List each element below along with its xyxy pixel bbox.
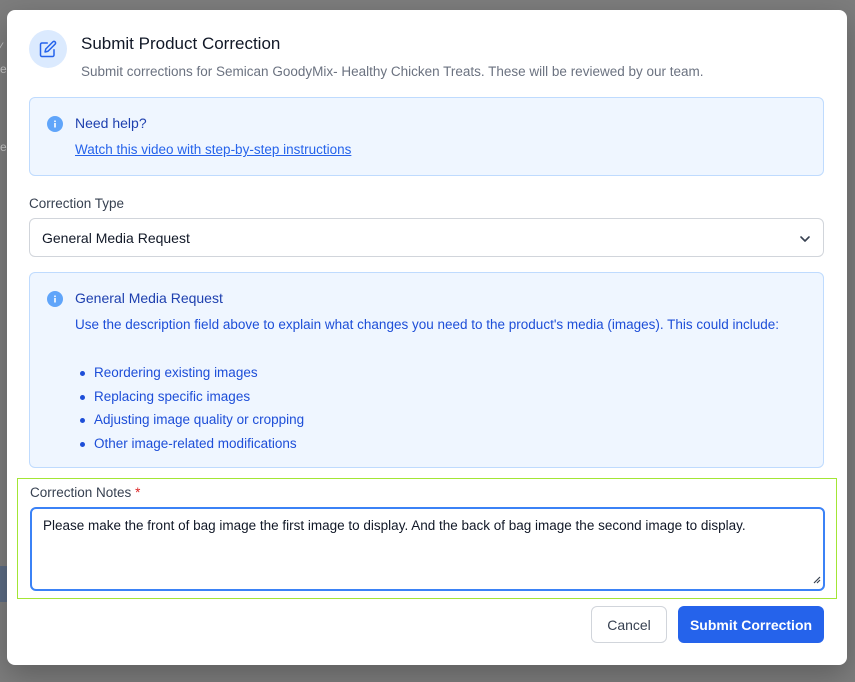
edit-icon bbox=[29, 30, 67, 68]
correction-type-label: Correction Type bbox=[29, 196, 125, 211]
info-title: General Media Request bbox=[75, 290, 223, 306]
info-icon bbox=[47, 291, 63, 307]
cancel-button[interactable]: Cancel bbox=[591, 606, 667, 643]
correction-notes-field: Correction Notes * Please make the front… bbox=[17, 478, 837, 599]
required-mark: * bbox=[135, 485, 141, 500]
dialog-title: Submit Product Correction bbox=[81, 34, 281, 53]
info-icon bbox=[47, 116, 63, 132]
correction-dialog: Submit Product Correction Submit correct… bbox=[7, 10, 847, 665]
info-list: Reordering existing images Replacing spe… bbox=[75, 361, 304, 456]
correction-type-value: General Media Request bbox=[42, 230, 190, 246]
resize-handle-icon[interactable] bbox=[812, 572, 821, 587]
help-title: Need help? bbox=[75, 115, 147, 131]
correction-type-select[interactable]: General Media Request bbox=[29, 218, 824, 257]
correction-notes-value: Please make the front of bag image the f… bbox=[43, 518, 746, 533]
list-item: Other image-related modifications bbox=[75, 432, 304, 456]
list-item: Reordering existing images bbox=[75, 361, 304, 385]
correction-notes-label: Correction Notes * bbox=[30, 485, 140, 500]
media-request-info: General Media Request Use the descriptio… bbox=[29, 272, 824, 468]
list-item: Adjusting image quality or cropping bbox=[75, 408, 304, 432]
help-video-link[interactable]: Watch this video with step-by-step instr… bbox=[75, 142, 351, 157]
correction-notes-label-text: Correction Notes bbox=[30, 485, 132, 500]
chevron-down-icon bbox=[799, 232, 811, 250]
correction-notes-textarea[interactable]: Please make the front of bag image the f… bbox=[30, 507, 825, 591]
dialog-subtitle: Submit corrections for Semican GoodyMix-… bbox=[81, 64, 704, 79]
submit-correction-button[interactable]: Submit Correction bbox=[678, 606, 824, 643]
help-callout: Need help? Watch this video with step-by… bbox=[29, 97, 824, 176]
list-item: Replacing specific images bbox=[75, 385, 304, 409]
info-description: Use the description field above to expla… bbox=[75, 317, 779, 332]
